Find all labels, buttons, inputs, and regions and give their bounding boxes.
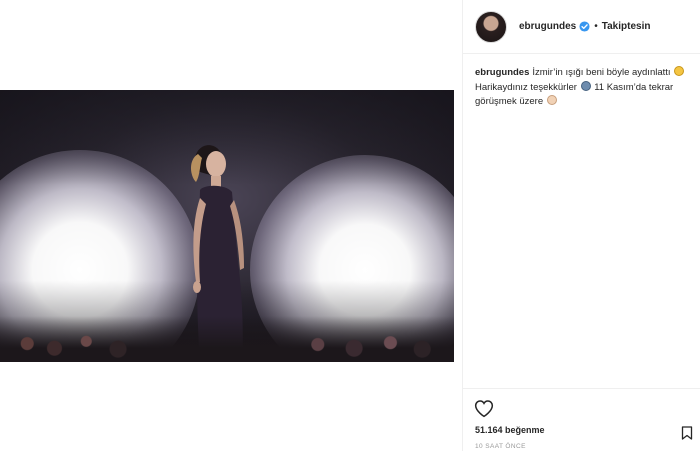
caption-username[interactable]: ebrugundes bbox=[475, 67, 529, 78]
crowd bbox=[0, 316, 454, 362]
waving-hand-emoji-icon bbox=[546, 95, 557, 105]
post-caption: ebrugundes İzmir’in ışığı beni böyle aydı… bbox=[475, 66, 693, 110]
like-count[interactable]: 51.164 beğenme bbox=[475, 425, 545, 435]
caption-text-1: İzmir’in ışığı beni böyle aydınlattı bbox=[532, 67, 671, 78]
post-timestamp: 10 SAAT ÖNCE bbox=[475, 443, 526, 450]
post-side-panel: ebrugundes • Takiptesin ebrugundes İzmir’… bbox=[462, 0, 700, 451]
caption-text-2: Harikaydınız teşekkürler bbox=[475, 81, 577, 93]
header-separator: • bbox=[594, 21, 598, 32]
person-emoji-icon bbox=[580, 80, 591, 91]
post-photo[interactable] bbox=[0, 90, 454, 362]
bookmark-icon[interactable] bbox=[681, 426, 693, 440]
praying-hands-emoji-icon bbox=[674, 66, 685, 76]
follow-status-button[interactable]: Takiptesin bbox=[602, 21, 651, 32]
instagram-post: ebrugundes • Takiptesin ebrugundes İzmir’… bbox=[0, 0, 700, 451]
verified-badge-icon bbox=[579, 21, 590, 32]
header-username[interactable]: ebrugundes bbox=[519, 21, 576, 32]
post-actions: 51.164 beğenme 10 SAAT ÖNCE bbox=[463, 388, 700, 450]
heart-icon[interactable] bbox=[474, 399, 494, 418]
post-header: ebrugundes • Takiptesin bbox=[463, 0, 700, 54]
avatar[interactable] bbox=[475, 10, 507, 43]
